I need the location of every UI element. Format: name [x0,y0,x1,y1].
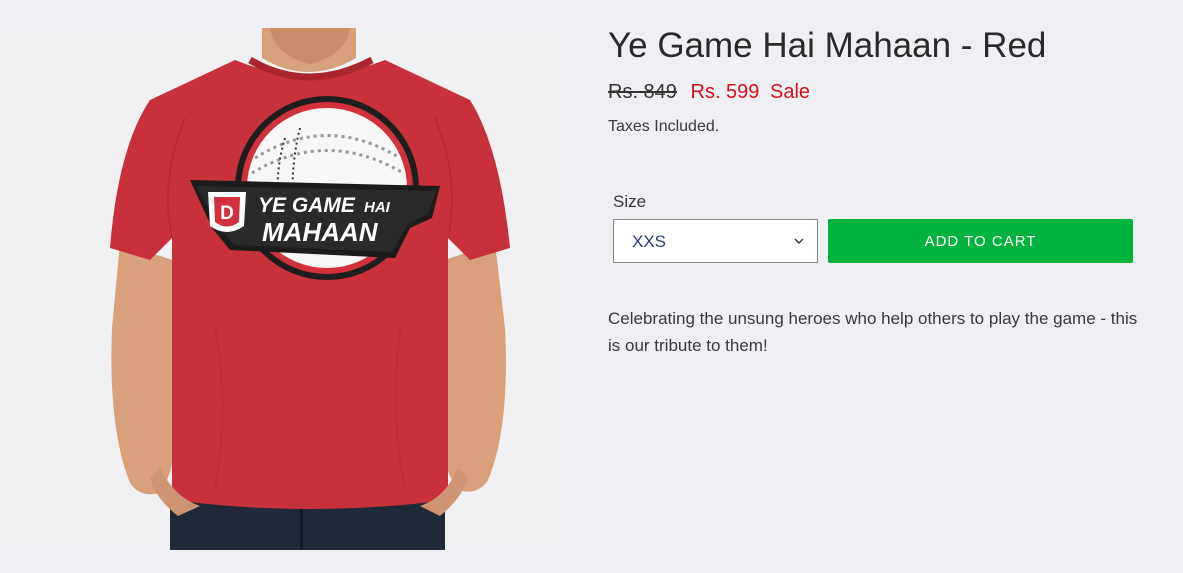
product-image[interactable]: D YE GAME HAI MAHAAN [0,28,575,550]
product-description: Celebrating the unsung heroes who help o… [608,309,1138,355]
add-to-cart-button[interactable]: ADD TO CART [828,219,1133,263]
size-label: Size [613,192,647,211]
sale-badge: Sale [770,81,811,103]
chevron-down-icon [794,238,804,244]
sale-price: Rs. 599 [690,81,760,103]
product-title: Ye Game Hai Mahaan - Red [608,26,1047,65]
tshirt-photo: D YE GAME HAI MAHAAN [0,28,575,550]
print-text-line-2: HAI [364,199,391,216]
size-select-value: XXS [632,232,667,251]
print-text-line-1: YE GAME [258,194,356,217]
size-select[interactable]: XXS [613,219,818,263]
print-logo-letter: D [220,203,234,224]
regular-price: Rs. 849 [608,81,677,103]
price-row: Rs. 849 Rs. 599 Sale [608,79,810,105]
tax-note: Taxes Included. [608,118,720,135]
print-text-line-3: MAHAAN [262,217,379,247]
